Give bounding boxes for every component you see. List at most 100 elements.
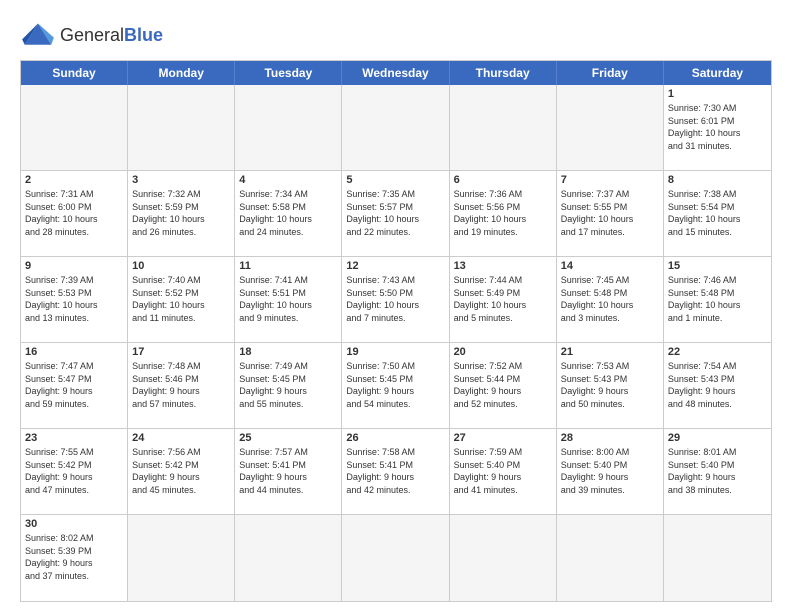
- calendar-cell-r1c0: 2 Sunrise: 7:31 AM Sunset: 6:00 PM Daylig…: [21, 171, 128, 256]
- calendar-cell-r1c6: 8Sunrise: 7:38 AM Sunset: 5:54 PM Daylig…: [664, 171, 771, 256]
- calendar-cell-r1c4: 6Sunrise: 7:36 AM Sunset: 5:56 PM Daylig…: [450, 171, 557, 256]
- day-number: 11: [239, 260, 337, 272]
- sun-info: Sunrise: 7:58 AM Sunset: 5:41 PM Dayligh…: [346, 446, 444, 496]
- sun-info: Sunrise: 7:53 AM Sunset: 5:43 PM Dayligh…: [561, 360, 659, 410]
- calendar-row-4: 23 Sunrise: 7:55 AM Sunset: 5:42 PM Dayli…: [21, 429, 771, 515]
- day-number: 10: [132, 260, 230, 272]
- day-number: 7: [561, 174, 659, 186]
- day-number: 2: [25, 174, 123, 186]
- day-number: 9: [25, 260, 123, 272]
- day-number: 8: [668, 174, 767, 186]
- calendar-cell-r0c5: [557, 85, 664, 170]
- sun-info: Sunrise: 7:47 AM Sunset: 5:47 PM Dayligh…: [25, 360, 123, 410]
- sun-info: Sunrise: 7:57 AM Sunset: 5:41 PM Dayligh…: [239, 446, 337, 496]
- calendar-cell-r3c3: 19Sunrise: 7:50 AM Sunset: 5:45 PM Dayli…: [342, 343, 449, 428]
- day-number: 22: [668, 346, 767, 358]
- weekday-header-friday: Friday: [557, 61, 664, 85]
- sun-info: Sunrise: 7:31 AM Sunset: 6:00 PM Dayligh…: [25, 188, 123, 238]
- sun-info: Sunrise: 7:54 AM Sunset: 5:43 PM Dayligh…: [668, 360, 767, 410]
- calendar-cell-r3c6: 22 Sunrise: 7:54 AM Sunset: 5:43 PM Dayli…: [664, 343, 771, 428]
- day-number: 16: [25, 346, 123, 358]
- calendar-cell-r2c2: 11Sunrise: 7:41 AM Sunset: 5:51 PM Dayli…: [235, 257, 342, 342]
- sun-info: Sunrise: 7:48 AM Sunset: 5:46 PM Dayligh…: [132, 360, 230, 410]
- day-number: 26: [346, 432, 444, 444]
- calendar-body: 1 Sunrise: 7:30 AM Sunset: 6:01 PM Daylig…: [21, 85, 771, 601]
- sun-info: Sunrise: 7:59 AM Sunset: 5:40 PM Dayligh…: [454, 446, 552, 496]
- calendar-cell-r2c0: 9 Sunrise: 7:39 AM Sunset: 5:53 PM Daylig…: [21, 257, 128, 342]
- sun-info: Sunrise: 7:55 AM Sunset: 5:42 PM Dayligh…: [25, 446, 123, 496]
- day-number: 30: [25, 518, 123, 530]
- day-number: 13: [454, 260, 552, 272]
- sun-info: Sunrise: 7:46 AM Sunset: 5:48 PM Dayligh…: [668, 274, 767, 324]
- sun-info: Sunrise: 7:49 AM Sunset: 5:45 PM Dayligh…: [239, 360, 337, 410]
- calendar-cell-r1c1: 3Sunrise: 7:32 AM Sunset: 5:59 PM Daylig…: [128, 171, 235, 256]
- calendar-cell-r5c2: [235, 515, 342, 601]
- sun-info: Sunrise: 7:30 AM Sunset: 6:01 PM Dayligh…: [668, 102, 767, 152]
- calendar-cell-r5c4: [450, 515, 557, 601]
- day-number: 12: [346, 260, 444, 272]
- calendar-row-0: 1 Sunrise: 7:30 AM Sunset: 6:01 PM Daylig…: [21, 85, 771, 171]
- day-number: 1: [668, 88, 767, 100]
- calendar-cell-r2c1: 10 Sunrise: 7:40 AM Sunset: 5:52 PM Dayli…: [128, 257, 235, 342]
- sun-info: Sunrise: 7:37 AM Sunset: 5:55 PM Dayligh…: [561, 188, 659, 238]
- calendar-cell-r4c5: 28 Sunrise: 8:00 AM Sunset: 5:40 PM Dayli…: [557, 429, 664, 514]
- logo-blue: Blue: [124, 25, 163, 45]
- day-number: 15: [668, 260, 767, 272]
- sun-info: Sunrise: 8:00 AM Sunset: 5:40 PM Dayligh…: [561, 446, 659, 496]
- calendar-cell-r1c3: 5Sunrise: 7:35 AM Sunset: 5:57 PM Daylig…: [342, 171, 449, 256]
- calendar: SundayMondayTuesdayWednesdayThursdayFrid…: [20, 60, 772, 602]
- generalblue-logo-icon: [20, 20, 56, 50]
- calendar-cell-r3c4: 20Sunrise: 7:52 AM Sunset: 5:44 PM Dayli…: [450, 343, 557, 428]
- sun-info: Sunrise: 7:36 AM Sunset: 5:56 PM Dayligh…: [454, 188, 552, 238]
- calendar-header: SundayMondayTuesdayWednesdayThursdayFrid…: [21, 61, 771, 85]
- calendar-cell-r2c4: 13 Sunrise: 7:44 AM Sunset: 5:49 PM Dayli…: [450, 257, 557, 342]
- calendar-cell-r3c2: 18Sunrise: 7:49 AM Sunset: 5:45 PM Dayli…: [235, 343, 342, 428]
- logo: GeneralBlue: [20, 20, 163, 50]
- day-number: 28: [561, 432, 659, 444]
- day-number: 25: [239, 432, 337, 444]
- calendar-cell-r5c5: [557, 515, 664, 601]
- weekday-header-saturday: Saturday: [664, 61, 771, 85]
- day-number: 27: [454, 432, 552, 444]
- calendar-cell-r4c1: 24Sunrise: 7:56 AM Sunset: 5:42 PM Dayli…: [128, 429, 235, 514]
- calendar-cell-r0c1: [128, 85, 235, 170]
- sun-info: Sunrise: 7:39 AM Sunset: 5:53 PM Dayligh…: [25, 274, 123, 324]
- calendar-cell-r2c3: 12Sunrise: 7:43 AM Sunset: 5:50 PM Dayli…: [342, 257, 449, 342]
- calendar-cell-r3c1: 17 Sunrise: 7:48 AM Sunset: 5:46 PM Dayli…: [128, 343, 235, 428]
- sun-info: Sunrise: 7:40 AM Sunset: 5:52 PM Dayligh…: [132, 274, 230, 324]
- calendar-cell-r5c0: 30 Sunrise: 8:02 AM Sunset: 5:39 PM Dayli…: [21, 515, 128, 601]
- calendar-cell-r5c6: [664, 515, 771, 601]
- calendar-cell-r3c0: 16 Sunrise: 7:47 AM Sunset: 5:47 PM Dayli…: [21, 343, 128, 428]
- calendar-cell-r2c6: 15 Sunrise: 7:46 AM Sunset: 5:48 PM Dayli…: [664, 257, 771, 342]
- calendar-row-3: 16 Sunrise: 7:47 AM Sunset: 5:47 PM Dayli…: [21, 343, 771, 429]
- day-number: 29: [668, 432, 767, 444]
- calendar-cell-r4c6: 29Sunrise: 8:01 AM Sunset: 5:40 PM Dayli…: [664, 429, 771, 514]
- weekday-header-wednesday: Wednesday: [342, 61, 449, 85]
- sun-info: Sunrise: 7:32 AM Sunset: 5:59 PM Dayligh…: [132, 188, 230, 238]
- logo-text: GeneralBlue: [60, 25, 163, 46]
- sun-info: Sunrise: 8:02 AM Sunset: 5:39 PM Dayligh…: [25, 532, 123, 582]
- calendar-cell-r1c5: 7 Sunrise: 7:37 AM Sunset: 5:55 PM Daylig…: [557, 171, 664, 256]
- sun-info: Sunrise: 7:52 AM Sunset: 5:44 PM Dayligh…: [454, 360, 552, 410]
- calendar-cell-r5c1: [128, 515, 235, 601]
- calendar-cell-r4c4: 27 Sunrise: 7:59 AM Sunset: 5:40 PM Dayli…: [450, 429, 557, 514]
- logo-general: General: [60, 25, 124, 45]
- sun-info: Sunrise: 7:45 AM Sunset: 5:48 PM Dayligh…: [561, 274, 659, 324]
- page: GeneralBlue SundayMondayTuesdayWednesday…: [0, 0, 792, 612]
- calendar-cell-r0c6: 1 Sunrise: 7:30 AM Sunset: 6:01 PM Daylig…: [664, 85, 771, 170]
- weekday-header-thursday: Thursday: [450, 61, 557, 85]
- day-number: 19: [346, 346, 444, 358]
- sun-info: Sunrise: 7:56 AM Sunset: 5:42 PM Dayligh…: [132, 446, 230, 496]
- day-number: 14: [561, 260, 659, 272]
- calendar-cell-r0c0: [21, 85, 128, 170]
- day-number: 17: [132, 346, 230, 358]
- header: GeneralBlue: [20, 20, 772, 50]
- weekday-header-sunday: Sunday: [21, 61, 128, 85]
- sun-info: Sunrise: 7:44 AM Sunset: 5:49 PM Dayligh…: [454, 274, 552, 324]
- calendar-cell-r5c3: [342, 515, 449, 601]
- calendar-row-2: 9 Sunrise: 7:39 AM Sunset: 5:53 PM Daylig…: [21, 257, 771, 343]
- day-number: 23: [25, 432, 123, 444]
- calendar-cell-r4c3: 26 Sunrise: 7:58 AM Sunset: 5:41 PM Dayli…: [342, 429, 449, 514]
- calendar-cell-r1c2: 4Sunrise: 7:34 AM Sunset: 5:58 PM Daylig…: [235, 171, 342, 256]
- calendar-cell-r0c3: [342, 85, 449, 170]
